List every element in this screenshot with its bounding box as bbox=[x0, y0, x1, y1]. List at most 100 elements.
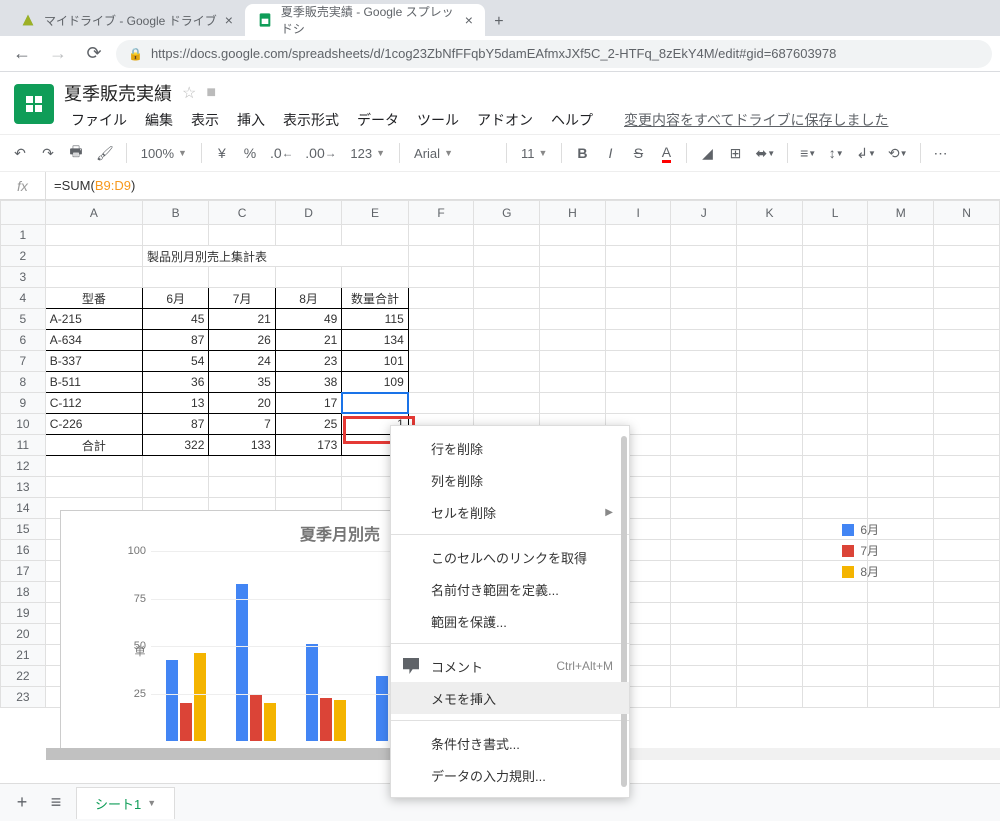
column-header[interactable]: L bbox=[802, 201, 868, 225]
reload-button[interactable]: ⟳ bbox=[80, 40, 108, 68]
cell[interactable] bbox=[934, 477, 1000, 498]
browser-tab-active[interactable]: 夏季販売実績 - Google スプレッドシ × bbox=[245, 4, 485, 36]
cell[interactable]: 7月 bbox=[209, 288, 275, 309]
browser-tab[interactable]: マイドライブ - Google ドライブ × bbox=[8, 4, 245, 36]
cell[interactable] bbox=[671, 414, 737, 435]
cell[interactable] bbox=[671, 477, 737, 498]
cell[interactable] bbox=[671, 456, 737, 477]
row-header[interactable]: 5 bbox=[1, 309, 46, 330]
context-menu-item[interactable]: メモを挿入 bbox=[391, 682, 629, 714]
strikethrough-button[interactable]: S bbox=[626, 140, 650, 166]
row-header[interactable]: 14 bbox=[1, 498, 46, 519]
cell[interactable] bbox=[868, 603, 934, 624]
context-menu-item[interactable]: 列を削除 bbox=[391, 464, 629, 496]
paint-format-button[interactable]: 🖌 bbox=[92, 140, 118, 166]
cell[interactable]: 54 bbox=[142, 351, 208, 372]
add-sheet-button[interactable]: + bbox=[8, 789, 36, 817]
cell[interactable] bbox=[868, 309, 934, 330]
cell[interactable]: 173 bbox=[275, 435, 341, 456]
cell[interactable] bbox=[605, 225, 671, 246]
cell[interactable]: 134 bbox=[342, 330, 408, 351]
redo-button[interactable]: ↷ bbox=[36, 140, 60, 166]
cell[interactable]: 21 bbox=[275, 330, 341, 351]
cell[interactable] bbox=[934, 519, 1000, 540]
cell[interactable] bbox=[737, 603, 803, 624]
cell[interactable] bbox=[868, 687, 934, 708]
cell[interactable] bbox=[671, 645, 737, 666]
cell[interactable]: 型番 bbox=[45, 288, 142, 309]
row-header[interactable]: 11 bbox=[1, 435, 46, 456]
cell[interactable] bbox=[934, 225, 1000, 246]
column-header[interactable]: C bbox=[209, 201, 275, 225]
cell[interactable] bbox=[540, 246, 606, 267]
cell[interactable] bbox=[671, 330, 737, 351]
cell[interactable] bbox=[474, 372, 540, 393]
row-header[interactable]: 22 bbox=[1, 666, 46, 687]
cell[interactable] bbox=[934, 582, 1000, 603]
cell[interactable] bbox=[934, 246, 1000, 267]
cell[interactable] bbox=[934, 288, 1000, 309]
cell[interactable] bbox=[934, 393, 1000, 414]
cell[interactable] bbox=[868, 582, 934, 603]
font-size-select[interactable]: 11▼ bbox=[515, 146, 553, 161]
cell[interactable] bbox=[934, 267, 1000, 288]
cell[interactable] bbox=[737, 225, 803, 246]
cell[interactable] bbox=[474, 267, 540, 288]
cell[interactable] bbox=[671, 687, 737, 708]
row-header[interactable]: 4 bbox=[1, 288, 46, 309]
cell[interactable] bbox=[45, 246, 142, 267]
new-tab-button[interactable]: + bbox=[485, 8, 513, 36]
cell[interactable] bbox=[868, 435, 934, 456]
cell[interactable] bbox=[802, 456, 868, 477]
cell[interactable]: B-511 bbox=[45, 372, 142, 393]
more-button[interactable]: ⋯ bbox=[929, 140, 953, 166]
cell[interactable]: C-226 bbox=[45, 414, 142, 435]
close-icon[interactable]: × bbox=[225, 12, 233, 28]
cell[interactable] bbox=[605, 288, 671, 309]
cell[interactable] bbox=[408, 246, 474, 267]
cell[interactable] bbox=[802, 666, 868, 687]
cell[interactable]: 26 bbox=[209, 330, 275, 351]
cell[interactable] bbox=[142, 477, 208, 498]
star-icon[interactable]: ☆ bbox=[182, 83, 196, 103]
merge-button[interactable]: ⬌▼ bbox=[751, 140, 779, 166]
cell[interactable] bbox=[605, 246, 671, 267]
cell[interactable] bbox=[868, 288, 934, 309]
cell[interactable] bbox=[737, 246, 803, 267]
cell[interactable] bbox=[737, 645, 803, 666]
cell[interactable] bbox=[934, 624, 1000, 645]
increase-decimal-button[interactable]: .00→ bbox=[301, 140, 340, 166]
cell[interactable]: 322 bbox=[142, 435, 208, 456]
cell[interactable] bbox=[408, 309, 474, 330]
cell[interactable] bbox=[671, 540, 737, 561]
cell[interactable]: 49 bbox=[275, 309, 341, 330]
column-header[interactable]: F bbox=[408, 201, 474, 225]
cell[interactable] bbox=[737, 288, 803, 309]
cell[interactable] bbox=[474, 330, 540, 351]
cell[interactable] bbox=[474, 393, 540, 414]
cell[interactable] bbox=[737, 351, 803, 372]
cell[interactable] bbox=[45, 225, 142, 246]
cell[interactable] bbox=[408, 372, 474, 393]
cell[interactable] bbox=[868, 225, 934, 246]
save-status[interactable]: 変更内容をすべてドライブに保存しました bbox=[624, 110, 888, 130]
print-button[interactable]: 🖶 bbox=[64, 140, 88, 166]
cell[interactable] bbox=[209, 477, 275, 498]
cell[interactable] bbox=[540, 372, 606, 393]
column-header[interactable]: N bbox=[934, 201, 1000, 225]
column-header[interactable]: M bbox=[868, 201, 934, 225]
column-header[interactable]: K bbox=[737, 201, 803, 225]
cell[interactable]: 23 bbox=[275, 351, 341, 372]
cell[interactable]: 24 bbox=[209, 351, 275, 372]
cell[interactable]: 87 bbox=[142, 414, 208, 435]
cell[interactable] bbox=[802, 288, 868, 309]
cell[interactable] bbox=[605, 351, 671, 372]
cell[interactable] bbox=[671, 309, 737, 330]
cell[interactable]: 6月 bbox=[142, 288, 208, 309]
cell[interactable] bbox=[802, 435, 868, 456]
cell[interactable] bbox=[671, 246, 737, 267]
cell[interactable] bbox=[142, 267, 208, 288]
row-header[interactable]: 20 bbox=[1, 624, 46, 645]
sheet-tab[interactable]: シート1▼ bbox=[76, 787, 175, 819]
forward-button[interactable]: → bbox=[44, 40, 72, 68]
